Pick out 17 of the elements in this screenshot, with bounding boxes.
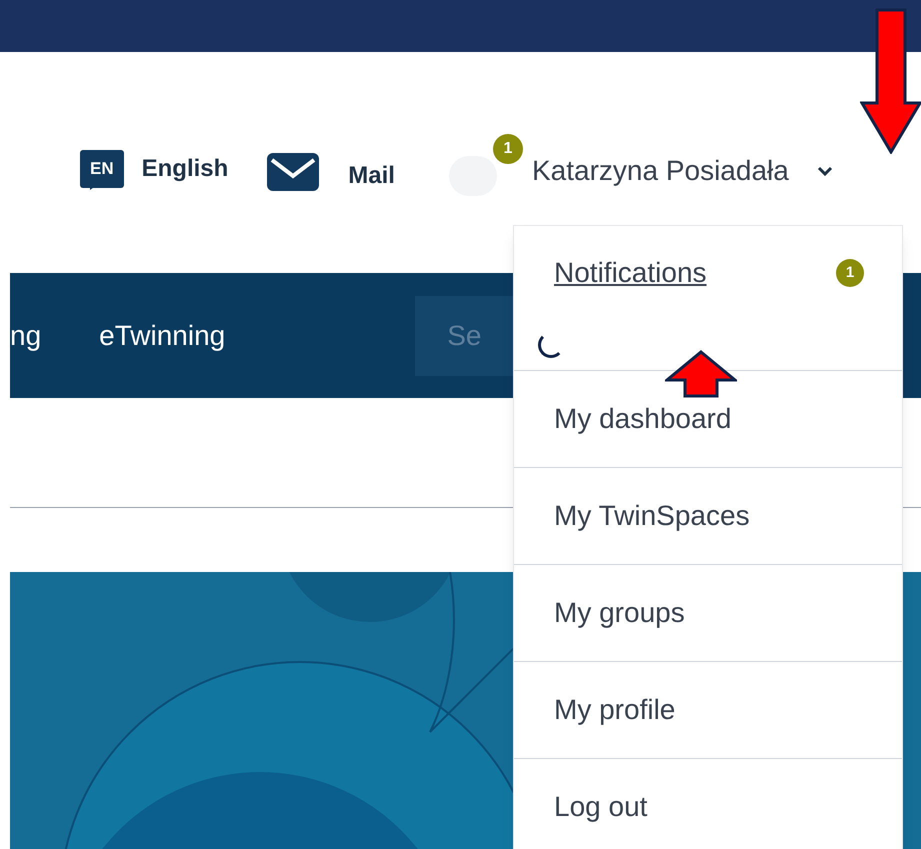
menu-item[interactable]: Log out <box>554 786 648 828</box>
menu-item[interactable]: Notifications <box>554 252 707 294</box>
nav-link[interactable]: eTwinning <box>99 314 226 356</box>
language-link[interactable]: English <box>142 150 228 187</box>
menu-item[interactable]: My groups <box>554 592 685 634</box>
mail-link[interactable]: Mail <box>348 158 395 194</box>
notification-count-badge: 1 <box>492 134 523 164</box>
language-code-badge[interactable]: EN <box>80 150 124 188</box>
menu-item[interactable]: My TwinSpaces <box>554 495 750 537</box>
menu-item[interactable]: My dashboard <box>554 398 732 440</box>
up-arrow-drawing <box>665 350 737 398</box>
menu-item[interactable]: My profile <box>554 689 676 731</box>
user-name-link[interactable]: Katarzyna Posiadała <box>532 150 789 192</box>
notification-count-badge: 1 <box>836 259 864 287</box>
mail-icon[interactable] <box>266 152 320 192</box>
chevron-down-icon[interactable] <box>816 166 833 176</box>
nav-link[interactable]: ng <box>10 314 42 356</box>
